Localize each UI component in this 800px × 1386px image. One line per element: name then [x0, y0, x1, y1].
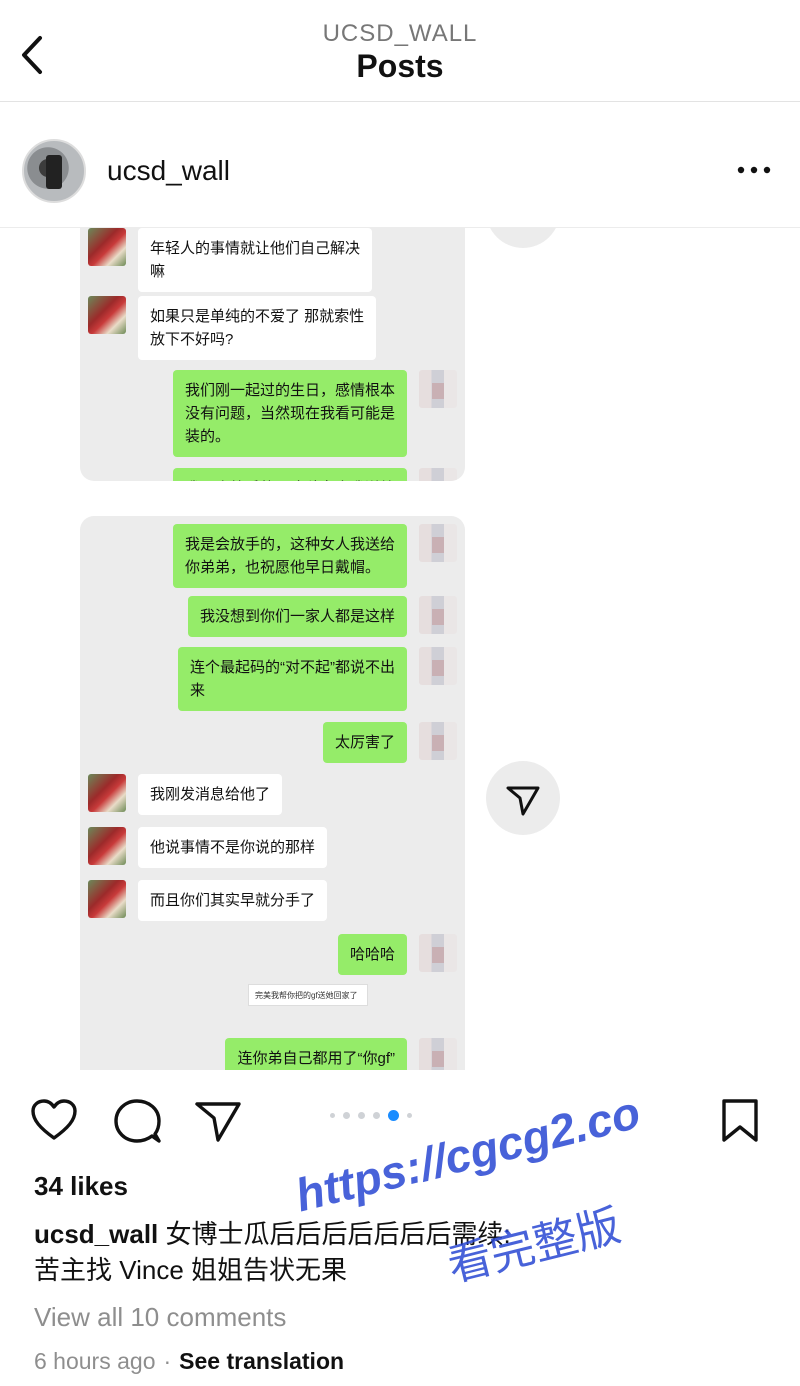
- media-top-button: [486, 228, 560, 248]
- contact-avatar: [88, 228, 126, 266]
- chat-message: 我没想到你们一家人都是这样: [176, 596, 457, 637]
- chat-bubble: 他说事情不是你说的那样: [138, 827, 328, 868]
- chat-bubble: 而且你们其实早就分手了: [138, 880, 328, 921]
- chat-message: 连你弟自己都用了“你gf”: [213, 1038, 457, 1070]
- chat-bubble: 我刚发消息给他了: [138, 774, 283, 815]
- carousel-dot: [358, 1112, 365, 1119]
- self-avatar: [419, 524, 457, 562]
- likes-count[interactable]: 34 likes: [34, 1171, 128, 1202]
- chat-message: 连个最起码的“对不起”都说不出 来: [166, 647, 457, 711]
- chat-bubble: 如果只是单纯的不爱了 那就索性 放下不好吗?: [138, 296, 377, 360]
- contact-avatar: [88, 880, 126, 918]
- post-meta: 6 hours ago · See translation: [34, 1348, 344, 1375]
- carousel-indicator: [330, 1110, 412, 1121]
- post-media[interactable]: 年轻人的事情就让他们自己解决 嘛 如果只是单纯的不爱了 那就索性 放下不好吗? …: [0, 228, 800, 1070]
- contact-avatar: [88, 774, 126, 812]
- self-avatar: [419, 934, 457, 972]
- share-paper-plane-icon[interactable]: [194, 1098, 242, 1144]
- chat-message: 我是会放手的，这种女人我送给 你弟弟，也祝愿他早日戴帽。: [161, 524, 457, 588]
- post-username[interactable]: ucsd_wall: [107, 155, 230, 187]
- chat-bubble: 我们刚一起过的生日，感情根本 没有问题，当然现在我看可能是 装的。: [172, 370, 407, 457]
- chat-panel-2: 我是会放手的，这种女人我送给 你弟弟，也祝愿他早日戴帽。 我没想到你们一家人都是…: [80, 516, 465, 1070]
- chat-message: 哈哈哈: [326, 934, 457, 975]
- chat-bubble: 我是会放手的，这种女人我送给 你弟弟，也祝愿他早日戴帽。: [172, 524, 407, 588]
- carousel-dot: [373, 1112, 380, 1119]
- timestamp: 6 hours ago: [34, 1348, 156, 1374]
- chat-message: 我刚发消息给他了: [88, 774, 294, 815]
- chat-bubble: 年轻人的事情就让他们自己解决 嘛: [138, 228, 373, 292]
- more-options-icon[interactable]: [736, 158, 772, 182]
- chat-message: 如果只是单纯的不爱了 那就索性 放下不好吗?: [88, 296, 388, 360]
- meta-separator: ·: [163, 1348, 172, 1374]
- carousel-dot: [330, 1113, 335, 1118]
- self-avatar: [419, 722, 457, 760]
- self-avatar: [419, 468, 457, 481]
- chat-message: 我们刚一起过的生日，感情根本 没有问题，当然现在我看可能是 装的。: [161, 370, 457, 457]
- contact-avatar: [88, 827, 126, 865]
- self-avatar: [419, 1038, 457, 1070]
- chat-bubble: 太厉害了: [322, 722, 407, 763]
- self-avatar: [419, 647, 457, 685]
- chat-message: 太厉害了: [311, 722, 457, 763]
- contact-avatar: [88, 296, 126, 334]
- chat-panel-1: 年轻人的事情就让他们自己解决 嘛 如果只是单纯的不爱了 那就索性 放下不好吗? …: [80, 228, 465, 481]
- view-comments-link[interactable]: View all 10 comments: [34, 1302, 286, 1333]
- post-header: ucsd_wall: [0, 102, 800, 228]
- carousel-dot: [343, 1112, 350, 1119]
- chat-bubble: 我是会放手的，这种女人我送给 你弟弟，也祝愿他早日戴帽。: [172, 468, 407, 481]
- chat-message: 而且你们其实早就分手了: [88, 880, 339, 921]
- chat-bubble: 哈哈哈: [337, 934, 407, 975]
- top-nav-bar: UCSD_WALL Posts: [0, 0, 800, 102]
- carousel-dot-active: [388, 1110, 399, 1121]
- chat-bubble: 我没想到你们一家人都是这样: [187, 596, 407, 637]
- self-avatar: [419, 370, 457, 408]
- bookmark-icon[interactable]: [720, 1098, 760, 1144]
- page-title: Posts: [356, 48, 444, 84]
- nav-subtitle: UCSD_WALL: [322, 20, 478, 47]
- avatar[interactable]: [22, 139, 86, 203]
- post-caption: ucsd_wall 女博士瓜后后后后后后后需续: 苦主找 Vince 姐姐告状无…: [34, 1216, 774, 1288]
- media-share-button[interactable]: [486, 761, 560, 835]
- see-translation-link[interactable]: See translation: [179, 1348, 344, 1374]
- quoted-image: 完美我帮你把的gf送她回家了: [248, 984, 368, 1006]
- carousel-dot: [407, 1113, 412, 1118]
- comment-icon[interactable]: [113, 1098, 161, 1144]
- chat-message: 年轻人的事情就让他们自己解决 嘛: [88, 228, 384, 292]
- paper-plane-icon: [506, 786, 540, 816]
- chat-message: 我是会放手的，这种女人我送给 你弟弟，也祝愿他早日戴帽。: [161, 468, 457, 481]
- caption-username[interactable]: ucsd_wall: [34, 1219, 158, 1249]
- self-avatar: [419, 596, 457, 634]
- chat-bubble: 连个最起码的“对不起”都说不出 来: [178, 647, 407, 711]
- like-heart-icon[interactable]: [30, 1098, 78, 1142]
- chat-message: 他说事情不是你说的那样: [88, 827, 339, 868]
- chat-bubble: 连你弟自己都用了“你gf”: [225, 1038, 407, 1070]
